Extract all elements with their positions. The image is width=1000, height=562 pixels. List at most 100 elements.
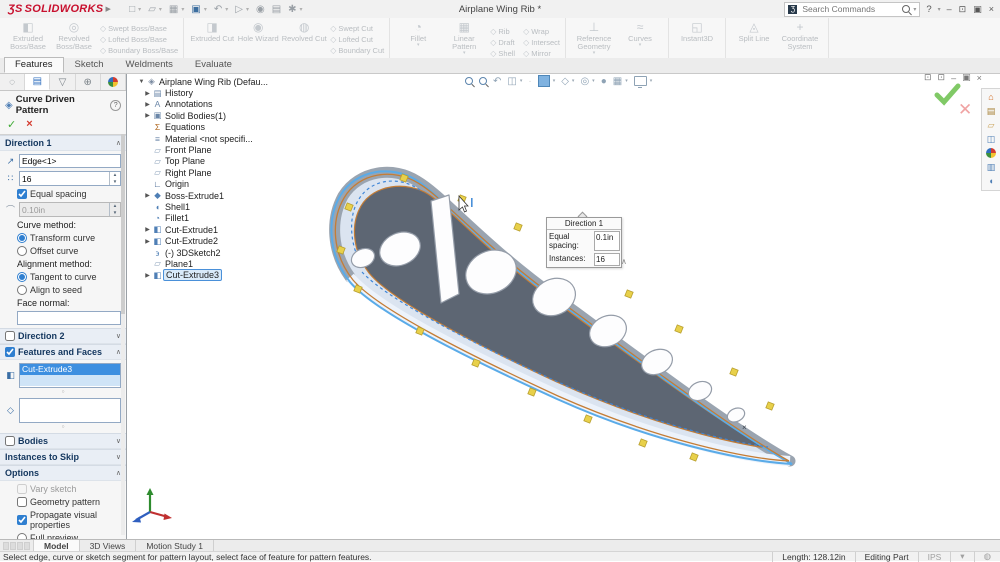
search-dropdown-icon[interactable]: ▾ <box>913 6 916 13</box>
status-globe-icon[interactable]: ◍ <box>974 551 1000 562</box>
ribbon-button-lofted-boss-base[interactable]: ◇Lofted Boss/Base <box>100 35 178 44</box>
search-input[interactable] <box>800 3 899 15</box>
pattern-instance-marker[interactable] <box>584 415 592 423</box>
bodies-checkbox[interactable] <box>5 436 15 446</box>
ok-button[interactable]: ✓ <box>7 118 16 131</box>
ribbon-button-fillet[interactable]: ◔Fillet▾ <box>395 20 441 48</box>
align-to-seed-radio[interactable] <box>17 285 27 295</box>
restore-button[interactable]: ▣ <box>973 4 982 15</box>
ribbon-button-swept-cut[interactable]: ◇Swept Cut <box>330 24 384 33</box>
search-commands-box[interactable]: Ʒ ▾ <box>784 2 920 17</box>
tab-evaluate[interactable]: Evaluate <box>184 57 243 73</box>
dropdown-arrow-icon[interactable]: ▾ <box>441 51 487 56</box>
pattern-instance-marker[interactable] <box>675 325 683 333</box>
undo-icon[interactable]: ↶ <box>214 4 222 15</box>
ribbon-button-hole-wizard[interactable]: ◉Hole Wizard <box>235 20 281 43</box>
print-icon[interactable]: ▣ <box>191 4 200 15</box>
tree-item-boss-extrude1[interactable]: ▶◆Boss-Extrude1 <box>137 190 312 201</box>
features-to-pattern-list[interactable]: Cut-Extrude3 <box>19 363 121 388</box>
tab-features[interactable]: Features <box>4 57 64 73</box>
tree-item-airplane-wing-rib-defau[interactable]: ▼◈Airplane Wing Rib (Defau... <box>137 76 312 87</box>
face-normal-field[interactable] <box>17 311 121 325</box>
dropdown-arrow-icon[interactable]: ▾ <box>617 43 663 48</box>
tree-item-equations[interactable]: ΣEquations <box>137 122 312 133</box>
tree-expander-icon[interactable]: ▶ <box>143 238 152 245</box>
tree-item-right-plane[interactable]: ▱Right Plane <box>137 167 312 178</box>
tree-item-front-plane[interactable]: ▱Front Plane <box>137 144 312 155</box>
options-gear-icon[interactable]: ✱ <box>288 4 296 15</box>
help-button[interactable]: ? <box>926 4 931 15</box>
edit-appearance-icon[interactable]: ● <box>601 76 607 87</box>
confirmation-cancel-x[interactable]: ✕ <box>958 100 972 120</box>
tree-item-3dsketch2[interactable]: ϶(-) 3DSketch2 <box>137 247 312 258</box>
file-properties-icon[interactable]: ▤ <box>272 4 281 15</box>
ribbon-button-intersect[interactable]: ◇Intersect <box>523 38 560 47</box>
ribbon-button-boundary-cut[interactable]: ◇Boundary Cut <box>330 46 384 55</box>
collapse-button[interactable]: ⊡ <box>959 4 967 15</box>
section-instances-to-skip[interactable]: Instances to Skip ∨ <box>0 449 126 465</box>
tab-featuremanager[interactable]: ◌ <box>0 74 25 90</box>
tree-item-solid-bodies-1[interactable]: ▶▣Solid Bodies(1) <box>137 110 312 121</box>
help-dropdown-icon[interactable]: ▾ <box>938 6 941 13</box>
solidworks-resources-icon[interactable]: ⌂ <box>985 92 997 103</box>
tooltip-equal-spacing-value[interactable]: 0.1in <box>594 231 620 251</box>
help-icon[interactable]: ? <box>110 100 121 111</box>
solidworks-forum-icon[interactable]: ◖ <box>985 176 997 187</box>
view-tab-3d-views[interactable]: 3D Views <box>80 540 137 551</box>
status-units[interactable]: IPS <box>918 552 951 562</box>
tree-item-history[interactable]: ▶▤History <box>137 87 312 98</box>
direction1-edge-field[interactable] <box>19 154 121 168</box>
tree-item-cut-extrude3[interactable]: ▶◧Cut-Extrude3 <box>137 270 312 281</box>
apply-scene-icon[interactable]: ▦ <box>613 76 622 87</box>
tree-item-annotations[interactable]: ▶AAnnotations <box>137 99 312 110</box>
equal-spacing-checkbox[interactable] <box>17 189 27 199</box>
appearances-scenes-icon[interactable] <box>985 148 997 159</box>
ribbon-button-lofted-cut[interactable]: ◇Lofted Cut <box>330 35 384 44</box>
status-units-dropdown-icon[interactable]: ▾ <box>950 551 973 562</box>
section-direction1[interactable]: Direction 1 ∧ <box>0 135 126 151</box>
pattern-instance-marker[interactable] <box>730 368 738 376</box>
tree-item-plane1[interactable]: ▱Plane1 <box>137 258 312 269</box>
open-icon[interactable]: ▱ <box>148 4 156 15</box>
tab-dimxpertmanager[interactable]: ⊕ <box>76 74 101 90</box>
spacing-spinner[interactable]: ▲▼ <box>19 202 121 217</box>
tab-weldments[interactable]: Weldments <box>115 57 184 73</box>
tab-configurationmanager[interactable]: ▽ <box>50 74 75 90</box>
features-faces-checkbox[interactable] <box>5 347 15 357</box>
tree-item-cut-extrude2[interactable]: ▶◧Cut-Extrude2 <box>137 235 312 246</box>
view-settings-icon[interactable] <box>634 76 647 86</box>
logo-flyout-arrow[interactable]: ▶ <box>105 5 111 13</box>
pane-split-controls[interactable] <box>0 540 33 551</box>
view-tab-motion-study-1[interactable]: Motion Study 1 <box>136 540 214 551</box>
tree-expander-icon[interactable]: ▶ <box>143 192 152 199</box>
propagate-visual-properties-checkbox[interactable] <box>17 515 27 525</box>
previous-view-icon[interactable]: ↶ <box>493 76 501 87</box>
zoom-to-fit-icon[interactable] <box>465 77 473 85</box>
pattern-instance-marker[interactable] <box>690 453 698 461</box>
faces-to-pattern-list[interactable] <box>19 398 121 423</box>
view-orientation-icon[interactable] <box>538 75 550 87</box>
status-editing-mode[interactable]: Editing Part <box>855 552 918 562</box>
section-view-icon[interactable]: ◫ <box>507 76 516 87</box>
tree-expander-icon[interactable]: ▶ <box>143 101 152 108</box>
view-palette-icon[interactable]: ◫ <box>985 134 997 145</box>
section-direction2[interactable]: Direction 2 ∨ <box>0 328 126 344</box>
geometry-pattern-checkbox[interactable] <box>17 497 27 507</box>
ribbon-button-draft[interactable]: ◇Draft <box>490 38 515 47</box>
ribbon-button-extruded-boss-base[interactable]: ◧Extruded Boss/Base <box>5 20 51 51</box>
view-tab-model[interactable]: Model <box>33 540 80 551</box>
selected-feature-item[interactable]: Cut-Extrude3 <box>20 364 120 375</box>
design-library-icon[interactable]: ▤ <box>985 106 997 117</box>
tree-expander-icon[interactable]: ▶ <box>143 112 152 119</box>
new-window-icon[interactable]: ⊡ <box>924 74 932 83</box>
minimize-button[interactable]: – <box>947 4 952 14</box>
doc-close-icon[interactable]: × <box>977 74 982 83</box>
tab-propertymanager[interactable]: ▤ <box>25 74 50 90</box>
save-icon[interactable]: ▦ <box>169 4 178 15</box>
ribbon-button-wrap[interactable]: ◇Wrap <box>523 27 560 36</box>
dropdown-arrow-icon[interactable]: ▾ <box>395 43 441 48</box>
tree-expander-icon[interactable]: ▼ <box>137 79 146 85</box>
tab-sketch[interactable]: Sketch <box>64 57 115 73</box>
spacing-spin-arrows[interactable]: ▲▼ <box>109 203 120 216</box>
instances-spin-arrows[interactable]: ▲▼ <box>109 172 120 185</box>
